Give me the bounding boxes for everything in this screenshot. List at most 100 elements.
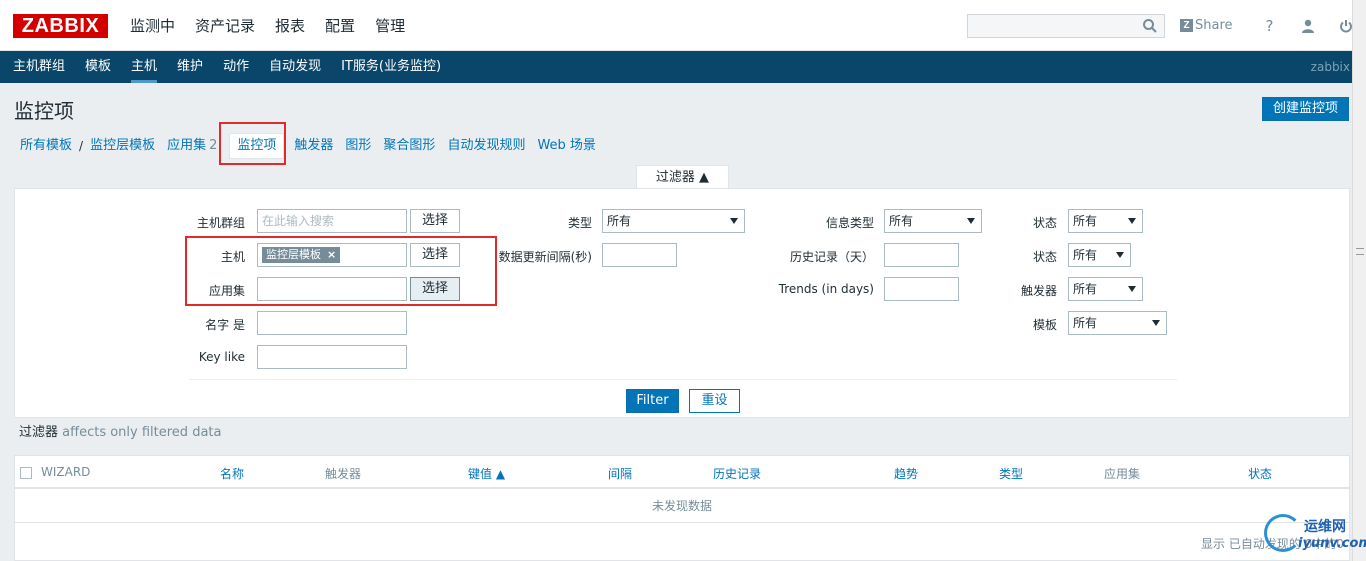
chevron-down-icon (1128, 286, 1136, 292)
scrollbar-thumb[interactable] (1356, 0, 1364, 561)
filter-toggle-tab[interactable]: 过滤器 ▲ (636, 165, 729, 189)
menu-administration[interactable]: 管理 (365, 0, 415, 51)
zabbix-logo[interactable]: ZABBIX (13, 14, 108, 38)
menu-reports[interactable]: 报表 (265, 0, 315, 51)
template-select[interactable]: 所有 (1068, 311, 1167, 335)
tab-discovery-rules[interactable]: 自动发现规则 (441, 132, 531, 160)
host-group-label: 主机群组 (196, 216, 245, 230)
tab-triggers[interactable]: 触发器 (288, 132, 339, 160)
breadcrumb-template[interactable]: 监控层模板 (84, 132, 161, 160)
chevron-down-icon (1116, 252, 1124, 258)
submenu-discovery[interactable]: 自动发现 (259, 51, 331, 83)
submenu-templates[interactable]: 模板 (75, 51, 121, 83)
share-icon: Z (1180, 19, 1193, 32)
table-header: WIZARD 名称 触发器 键值 ▲ 间隔 历史记录 趋势 类型 应用集 状态 (15, 456, 1349, 489)
info-type-select[interactable]: 所有 (884, 209, 982, 233)
user-profile-icon[interactable] (1298, 16, 1318, 36)
col-trends[interactable]: 趋势 (894, 465, 918, 482)
trends-label: Trends (in days) (778, 282, 874, 296)
template-label: 模板 (1032, 318, 1057, 332)
create-item-button[interactable]: 创建监控项 (1262, 97, 1349, 121)
status-label: 状态 (1032, 250, 1057, 264)
tab-applications[interactable]: 应用集 2 (161, 132, 223, 160)
col-interval[interactable]: 间隔 (608, 465, 632, 482)
history-input[interactable] (884, 243, 959, 267)
state-select-value: 所有 (1073, 214, 1098, 228)
watermark: 运维网 iyunv.com (1262, 512, 1366, 561)
type-select-value: 所有 (607, 214, 632, 228)
col-wizard: WIZARD (41, 465, 91, 479)
type-label: 类型 (567, 216, 592, 230)
col-status[interactable]: 状态 (1248, 465, 1272, 482)
top-right-tools: Z Share ? (1180, 0, 1365, 51)
state-select[interactable]: 所有 (1068, 209, 1143, 233)
top-bar: ZABBIX 监测中 资产记录 报表 配置 管理 Z Share ? (0, 0, 1352, 51)
watermark-logo-icon (1264, 514, 1302, 552)
filter-note: 过滤器 affects only filtered data (19, 421, 221, 440)
type-select[interactable]: 所有 (602, 209, 745, 233)
search-icon[interactable] (1142, 18, 1158, 34)
template-select-value: 所有 (1073, 316, 1098, 330)
key-label: Key like (198, 350, 245, 364)
items-table: WIZARD 名称 触发器 键值 ▲ 间隔 历史记录 趋势 类型 应用集 状态 … (14, 455, 1350, 561)
key-input[interactable] (257, 345, 407, 369)
breadcrumb: 所有模板 / 监控层模板 应用集 2 监控项 触发器 图形 聚合图形 自动发现规则… (14, 132, 602, 160)
sub-menu-bar: 主机群组 模板 主机 维护 动作 自动发现 IT服务(业务监控) zabbix (0, 51, 1352, 83)
status-select-value: 所有 (1073, 248, 1098, 262)
col-name[interactable]: 名称 (220, 465, 244, 482)
share-label: Share (1195, 18, 1233, 33)
triggers-label: 触发器 (1020, 284, 1057, 298)
col-triggers: 触发器 (325, 467, 362, 481)
main-menu: 监测中 资产记录 报表 配置 管理 (120, 0, 415, 51)
sub-menu: 主机群组 模板 主机 维护 动作 自动发现 IT服务(业务监控) (3, 51, 451, 83)
select-all-checkbox[interactable] (20, 467, 32, 479)
page-title: 监控项 (14, 99, 74, 123)
server-name: zabbix (1310, 60, 1350, 74)
filter-divider (189, 379, 1177, 380)
history-label: 历史记录（天） (789, 250, 874, 264)
submenu-actions[interactable]: 动作 (213, 51, 259, 83)
tab-graphs[interactable]: 图形 (339, 132, 377, 160)
menu-configuration[interactable]: 配置 (315, 0, 365, 51)
interval-label: 数据更新间隔(秒) (498, 250, 592, 264)
state-label: 状态 (1032, 216, 1057, 230)
trends-input[interactable] (884, 277, 959, 301)
highlight-box-host-app (185, 236, 497, 306)
tab-applications-count: 2 (209, 138, 218, 153)
menu-inventory[interactable]: 资产记录 (185, 0, 265, 51)
filter-note-text: affects only filtered data (62, 425, 222, 440)
help-icon[interactable]: ? (1260, 16, 1280, 36)
highlight-box-items-tab (219, 122, 286, 165)
host-group-input[interactable]: 在此输入搜索 (257, 209, 407, 233)
search-input[interactable] (967, 14, 1165, 38)
tab-screens[interactable]: 聚合图形 (377, 132, 441, 160)
interval-input[interactable] (602, 243, 677, 267)
submenu-host-groups[interactable]: 主机群组 (3, 51, 75, 83)
filter-note-title: 过滤器 (19, 425, 59, 440)
filter-button[interactable]: Filter (626, 389, 679, 413)
tab-web-scenarios[interactable]: Web 场景 (531, 132, 601, 160)
col-applications: 应用集 (1104, 467, 1141, 481)
triggers-select[interactable]: 所有 (1068, 277, 1143, 301)
triggers-select-value: 所有 (1073, 282, 1098, 296)
scrollbar-grip (1356, 248, 1364, 255)
col-history[interactable]: 历史记录 (713, 465, 761, 482)
submenu-hosts[interactable]: 主机 (121, 51, 167, 83)
menu-monitoring[interactable]: 监测中 (120, 0, 185, 51)
watermark-line1: 运维网 (1304, 519, 1346, 535)
no-data-message: 未发现数据 (15, 489, 1349, 523)
name-input[interactable] (257, 311, 407, 335)
breadcrumb-all-templates[interactable]: 所有模板 (14, 132, 78, 160)
chevron-down-icon (1152, 320, 1160, 326)
vertical-scrollbar[interactable] (1352, 0, 1366, 561)
info-type-label: 信息类型 (825, 216, 874, 230)
submenu-it-services[interactable]: IT服务(业务监控) (331, 51, 451, 83)
submenu-maintenance[interactable]: 维护 (167, 51, 213, 83)
share-link[interactable]: Z Share (1180, 18, 1233, 33)
status-select[interactable]: 所有 (1068, 243, 1131, 267)
tab-applications-label: 应用集 (167, 138, 207, 153)
col-key[interactable]: 键值 ▲ (468, 465, 505, 482)
host-group-select-button[interactable]: 选择 (410, 209, 460, 233)
reset-button[interactable]: 重设 (689, 389, 740, 413)
col-type[interactable]: 类型 (999, 465, 1023, 482)
